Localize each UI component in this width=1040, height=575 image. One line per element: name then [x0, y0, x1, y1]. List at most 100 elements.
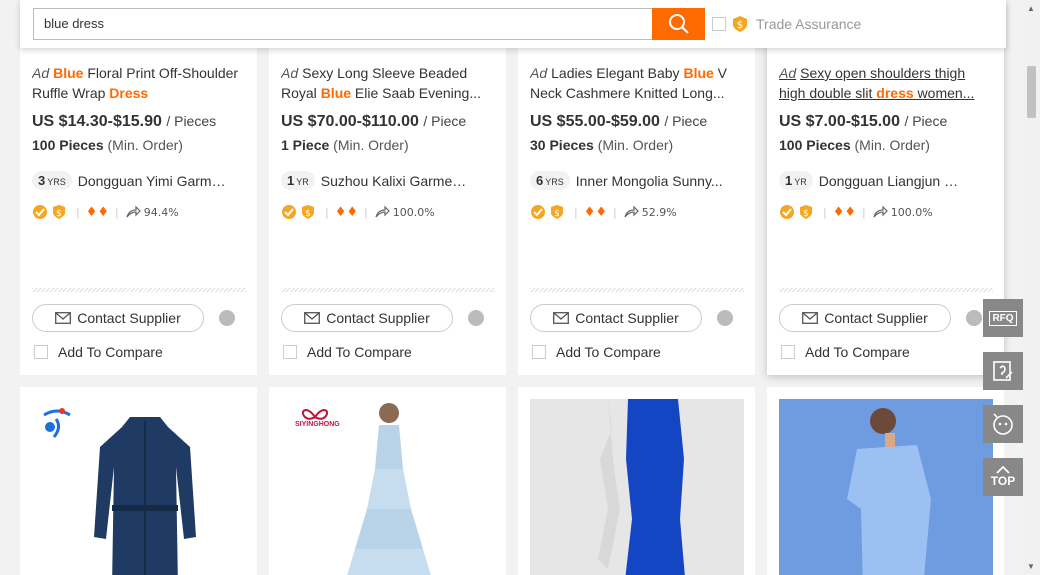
min-order: 100 Pieces (Min. Order): [779, 137, 993, 153]
feedback-button[interactable]: [983, 352, 1023, 390]
price-range: US $14.30-$15.90: [32, 113, 162, 130]
back-to-top-label: TOP: [990, 474, 1016, 488]
svg-text:$: $: [305, 209, 311, 219]
contact-supplier-label: Contact Supplier: [326, 310, 430, 326]
product-title[interactable]: Ad Blue Floral Print Off-Shoulder Ruffle …: [32, 63, 246, 103]
add-to-compare[interactable]: Add To Compare: [283, 344, 412, 360]
search-input[interactable]: blue dress: [33, 8, 653, 40]
price: US $14.30-$15.90 / Pieces: [32, 113, 246, 131]
trade-assurance-icon: $: [551, 205, 563, 219]
product-title[interactable]: Ad Sexy open shoulders thigh high double …: [779, 63, 993, 103]
search-button[interactable]: [652, 8, 705, 40]
contact-supplier-label: Contact Supplier: [824, 310, 928, 326]
compare-checkbox[interactable]: [781, 345, 795, 359]
product-title[interactable]: Ad Sexy Long Sleeve Beaded Royal Blue Eli…: [281, 63, 495, 103]
supplier-row[interactable]: 3 YRS Dongguan Yimi Garme...: [32, 171, 246, 190]
scroll-up-arrow-icon[interactable]: ▲: [1027, 4, 1035, 13]
mail-icon: [304, 312, 321, 324]
min-order: 1 Piece (Min. Order): [281, 137, 495, 153]
supplier-logo: [43, 408, 71, 438]
years-value: 6: [536, 173, 544, 188]
gold-supplier-icon: [780, 205, 794, 219]
product-title[interactable]: Ad Ladies Elegant Baby Blue V Neck Cashme…: [530, 63, 744, 103]
siyinghong-logo: [301, 409, 329, 420]
mail-icon: [553, 312, 570, 324]
badge-separator: |: [76, 205, 80, 219]
compare-label: Add To Compare: [307, 344, 412, 360]
back-to-top-button[interactable]: TOP: [983, 458, 1023, 496]
compare-label: Add To Compare: [805, 344, 910, 360]
rfq-button[interactable]: RFQ: [983, 299, 1023, 337]
share-arrow-icon: [873, 205, 888, 218]
product-card[interactable]: Ad Ladies Elegant Baby Blue V Neck Cashme…: [518, 0, 755, 375]
price-unit: / Pieces: [166, 113, 217, 129]
compare-checkbox[interactable]: [532, 345, 546, 359]
contact-supplier-button[interactable]: Contact Supplier: [530, 304, 702, 332]
compare-checkbox[interactable]: [283, 345, 297, 359]
title-segment: Ladies Elegant Baby: [551, 65, 684, 81]
min-order-qty: 30 Pieces: [530, 137, 594, 153]
scrollbar[interactable]: ▲ ▼: [1023, 0, 1040, 575]
chat-button[interactable]: [983, 405, 1023, 443]
supplier-name[interactable]: Suzhou Kalixi Garment...: [321, 173, 471, 189]
min-order-label: (Min. Order): [107, 137, 183, 153]
mail-icon: [802, 312, 819, 324]
price-unit: / Piece: [664, 113, 708, 129]
product-card[interactable]: Ad Sexy open shoulders thigh high double …: [767, 0, 1004, 375]
product-card-image[interactable]: [518, 387, 755, 575]
trade-assurance-icon: $: [53, 205, 65, 219]
title-segment: Elie Saab Evening...: [351, 85, 482, 101]
svg-text:$: $: [737, 20, 743, 31]
years-unit: YRS: [545, 177, 564, 187]
supplier-name[interactable]: Inner Mongolia Sunny...: [576, 173, 723, 189]
years-unit: YRS: [47, 177, 66, 187]
min-order-qty: 100 Pieces: [779, 137, 851, 153]
years-value: 1: [287, 173, 295, 188]
divider: [281, 288, 495, 292]
product-card-image[interactable]: [20, 387, 257, 575]
years-badge: 1 YR: [281, 171, 315, 190]
supplier-badges: $ | ♦♦ | 100.0%: [281, 204, 495, 220]
contact-supplier-label: Contact Supplier: [77, 310, 181, 326]
contact-supplier-button[interactable]: Contact Supplier: [779, 304, 951, 332]
product-card-image[interactable]: SIYINGHONG: [269, 387, 506, 575]
supplier-name[interactable]: Dongguan Liangjun Gar...: [819, 173, 969, 189]
product-card-image[interactable]: [767, 387, 1004, 575]
contact-supplier-button[interactable]: Contact Supplier: [281, 304, 453, 332]
supplier-name[interactable]: Dongguan Yimi Garme...: [78, 173, 228, 189]
share-arrow-icon: [126, 205, 141, 218]
min-order-qty: 1 Piece: [281, 137, 330, 153]
compare-label: Add To Compare: [556, 344, 661, 360]
add-to-compare[interactable]: Add To Compare: [781, 344, 910, 360]
title-segment: Blue: [53, 65, 84, 81]
supplier-row[interactable]: 6 YRS Inner Mongolia Sunny...: [530, 171, 744, 190]
product-card[interactable]: Ad Blue Floral Print Off-Shoulder Ruffle …: [20, 0, 257, 375]
chat-status-icon[interactable]: [966, 310, 982, 326]
edit-note-icon: [993, 361, 1013, 381]
price: US $55.00-$59.00 / Piece: [530, 113, 744, 131]
response-rate: 94.4%: [143, 205, 179, 219]
diamond-rating-icon: ♦♦: [832, 204, 857, 220]
ad-tag: Ad: [281, 65, 299, 81]
supplier-row[interactable]: 1 YR Suzhou Kalixi Garment...: [281, 171, 495, 190]
supplier-row[interactable]: 1 YR Dongguan Liangjun Gar...: [779, 171, 993, 190]
chat-status-icon[interactable]: [219, 310, 235, 326]
gold-supplier-icon: [282, 205, 296, 219]
diamond-rating-icon: ♦♦: [85, 204, 110, 220]
product-card[interactable]: Ad Sexy Long Sleeve Beaded Royal Blue Eli…: [269, 0, 506, 375]
chat-status-icon[interactable]: [468, 310, 484, 326]
badge-separator: |: [862, 205, 866, 219]
scrollbar-thumb[interactable]: [1027, 66, 1036, 118]
price-range: US $7.00-$15.00: [779, 113, 900, 130]
years-badge: 6 YRS: [530, 171, 570, 190]
trade-assurance-checkbox[interactable]: [712, 17, 726, 31]
compare-checkbox[interactable]: [34, 345, 48, 359]
add-to-compare[interactable]: Add To Compare: [532, 344, 661, 360]
add-to-compare[interactable]: Add To Compare: [34, 344, 163, 360]
contact-supplier-button[interactable]: Contact Supplier: [32, 304, 204, 332]
response-rate: 100.0%: [890, 205, 933, 219]
title-segment: dress: [876, 85, 914, 101]
chat-status-icon[interactable]: [717, 310, 733, 326]
min-order-qty: 100 Pieces: [32, 137, 104, 153]
scroll-down-arrow-icon[interactable]: ▼: [1027, 562, 1035, 571]
